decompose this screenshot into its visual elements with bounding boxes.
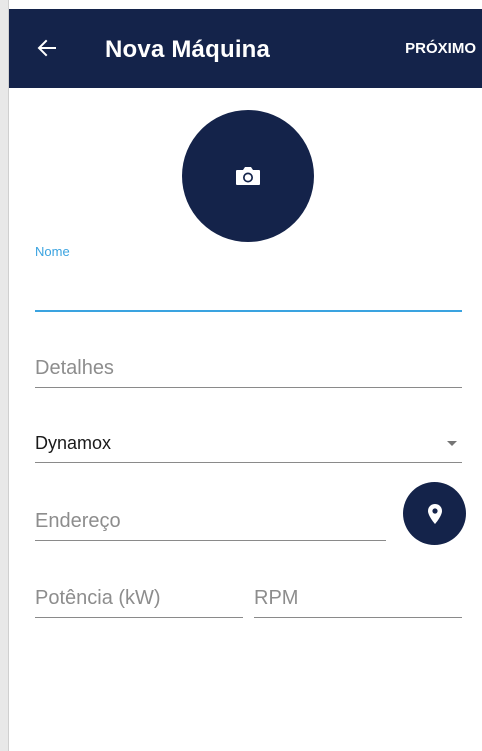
page-title: Nova Máquina <box>105 36 271 63</box>
details-underline <box>35 387 462 388</box>
rpm-input[interactable]: RPM <box>254 574 462 618</box>
camera-icon <box>236 167 260 185</box>
name-input[interactable] <box>35 268 462 312</box>
dropdown-caret-icon <box>447 441 457 446</box>
details-input[interactable]: Detalhes <box>35 345 462 388</box>
company-select-underline <box>35 462 462 463</box>
address-underline <box>35 540 386 541</box>
power-input[interactable]: Potência (kW) <box>35 574 243 618</box>
arrow-left-icon <box>37 39 56 57</box>
add-photo-button[interactable] <box>182 110 314 242</box>
window-top-edge <box>0 0 482 8</box>
app-bar: Nova Máquina PRÓXIMO <box>9 9 482 88</box>
next-button[interactable]: PRÓXIMO <box>405 40 476 57</box>
rpm-underline <box>254 617 462 618</box>
location-button[interactable] <box>403 482 466 545</box>
power-placeholder: Potência (kW) <box>35 587 161 609</box>
rpm-placeholder: RPM <box>254 587 299 609</box>
details-placeholder: Detalhes <box>35 357 114 379</box>
window-left-edge <box>0 0 9 751</box>
power-underline <box>35 617 243 618</box>
address-input[interactable]: Endereço <box>35 497 386 541</box>
company-select-value: Dynamox <box>35 433 112 453</box>
address-placeholder: Endereço <box>35 510 121 532</box>
location-pin-icon <box>427 503 442 524</box>
name-field-label: Nome <box>35 244 70 259</box>
name-input-underline <box>35 310 462 312</box>
company-select[interactable]: Dynamox <box>35 420 462 463</box>
back-button[interactable] <box>34 35 60 61</box>
